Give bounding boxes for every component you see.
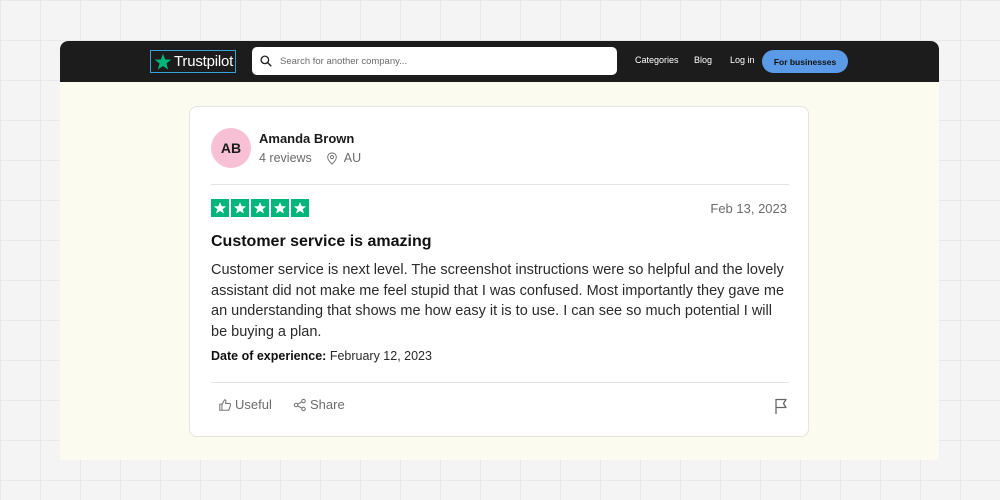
search-input[interactable] <box>280 55 600 67</box>
page-frame: Trustpilot Categories Blog Log in For bu… <box>60 41 939 460</box>
trustpilot-star-icon <box>154 53 172 69</box>
nav-link-login[interactable]: Log in <box>730 55 755 65</box>
useful-label: Useful <box>235 397 272 412</box>
experience-date: February 12, 2023 <box>329 349 432 363</box>
for-businesses-button[interactable]: For businesses <box>762 50 848 73</box>
nav-link-blog[interactable]: Blog <box>694 55 712 65</box>
star-icon <box>251 199 269 217</box>
share-label: Share <box>310 397 345 412</box>
useful-button[interactable]: Useful <box>218 397 272 412</box>
thumbs-up-icon <box>219 398 232 411</box>
reviewer-meta: 4 reviews AU <box>259 151 361 165</box>
top-navbar: Trustpilot Categories Blog Log in For bu… <box>60 41 939 82</box>
share-button[interactable]: Share <box>293 397 345 412</box>
search-bar[interactable] <box>252 47 617 75</box>
star-icon <box>271 199 289 217</box>
experience-label: Date of experience: <box>211 349 327 363</box>
date-of-experience: Date of experience: February 12, 2023 <box>211 349 432 363</box>
reviewer-location: AU <box>343 151 362 165</box>
location-pin-icon <box>326 151 337 165</box>
star-icon <box>211 199 229 217</box>
review-date: Feb 13, 2023 <box>710 201 787 216</box>
reviews-count: 4 reviews <box>259 151 312 165</box>
search-icon <box>260 55 272 67</box>
review-card: AB Amanda Brown 4 reviews AU Feb 13, 202… <box>189 106 809 437</box>
nav-link-categories[interactable]: Categories <box>635 55 679 65</box>
avatar[interactable]: AB <box>211 128 251 168</box>
review-body: Customer service is next level. The scre… <box>211 262 785 340</box>
flag-icon[interactable] <box>773 397 789 415</box>
star-rating <box>211 199 309 217</box>
logo-text: Trustpilot <box>174 53 234 70</box>
trustpilot-logo[interactable]: Trustpilot <box>150 50 236 73</box>
star-icon <box>231 199 249 217</box>
review-title: Customer service is amazing <box>211 233 432 250</box>
reviewer-name[interactable]: Amanda Brown <box>259 131 354 146</box>
share-icon <box>293 398 306 411</box>
star-icon <box>291 199 309 217</box>
divider <box>211 382 789 383</box>
divider <box>211 184 789 185</box>
